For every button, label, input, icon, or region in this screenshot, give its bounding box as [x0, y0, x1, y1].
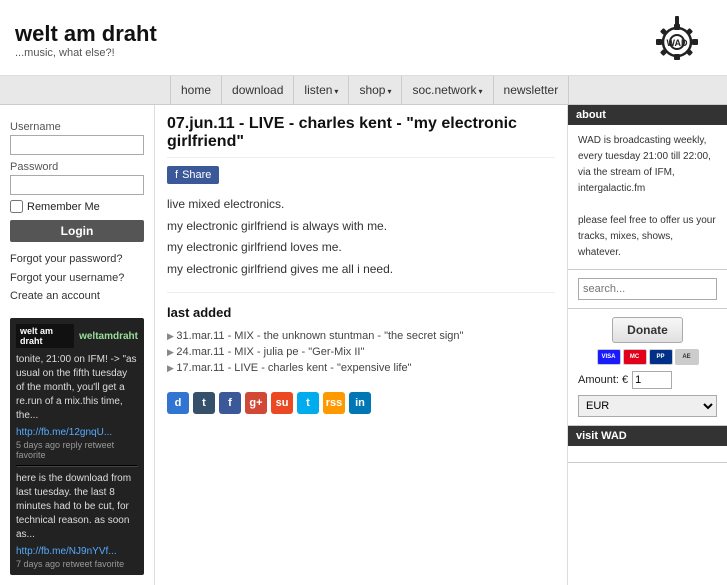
password-label: Password: [10, 161, 144, 173]
google-plus-icon[interactable]: g+: [245, 392, 267, 414]
tweet-2-text: here is the download from last tuesday. …: [16, 472, 138, 542]
facebook-icon: f: [175, 169, 178, 181]
nav-home[interactable]: home: [170, 76, 222, 104]
post-line-4: my electronic girlfriend gives me all i …: [167, 259, 555, 281]
facebook-icon[interactable]: f: [219, 392, 241, 414]
twitter-icon[interactable]: t: [297, 392, 319, 414]
visa-icon: VISA: [597, 349, 621, 365]
nav-download[interactable]: download: [222, 76, 294, 104]
about-text: WAD is broadcasting weekly, every tuesda…: [578, 133, 717, 261]
username-label: Username: [10, 121, 144, 133]
list-item: 17.mar.11 - LIVE - charles kent - "expen…: [167, 360, 555, 376]
share-label: Share: [182, 169, 211, 181]
last-added-section: last added 31.mar.11 - MIX - the unknown…: [167, 305, 555, 376]
payment-icons: VISA MC PP AE: [578, 349, 717, 365]
chevron-down-icon: ▾: [387, 87, 391, 96]
social-icons-bar: d t f g+ su t rss in: [167, 392, 555, 414]
visit-widget-title: visit WAD: [568, 426, 727, 446]
chevron-down-icon: ▾: [334, 87, 338, 96]
donate-button[interactable]: Donate: [612, 317, 683, 343]
remember-me-checkbox[interactable]: [10, 200, 23, 213]
stumbleupon-icon[interactable]: su: [271, 392, 293, 414]
main-nav: home download listen▾ shop▾ soc.network▾…: [0, 76, 727, 105]
post-line-1: live mixed electronics.: [167, 194, 555, 216]
twitter-widget: welt am draht weltamdraht tonite, 21:00 …: [10, 318, 144, 575]
create-account-link[interactable]: Create an account: [10, 287, 144, 306]
post-line-3: my electronic girlfriend loves me.: [167, 237, 555, 259]
last-added-heading: last added: [167, 305, 555, 320]
search-widget: [568, 270, 727, 309]
post-line-2: my electronic girlfriend is always with …: [167, 216, 555, 238]
site-tagline: ...music, what else?!: [15, 47, 157, 59]
remember-me-label: Remember Me: [27, 201, 100, 213]
login-form: Username Password Remember Me Login: [10, 121, 144, 242]
svg-text:WAD: WAD: [667, 38, 688, 48]
rss-icon[interactable]: rss: [323, 392, 345, 414]
visit-widget: visit WAD: [568, 426, 727, 463]
password-input[interactable]: [10, 175, 144, 195]
linkedin-icon[interactable]: in: [349, 392, 371, 414]
currency-select[interactable]: EUR USD GBP: [578, 395, 717, 417]
list-item: 24.mar.11 - MIX - julia pe - "Ger-Mix II…: [167, 344, 555, 360]
tweet-2-link[interactable]: http://fb.me/NJ9nYVf...: [16, 546, 138, 557]
paypal-icon: PP: [649, 349, 673, 365]
post-title: 07.jun.11 - LIVE - charles kent - "my el…: [167, 115, 555, 158]
facebook-share-button[interactable]: f Share: [167, 166, 219, 184]
amount-input[interactable]: [632, 371, 672, 389]
forgot-username-link[interactable]: Forgot your username?: [10, 269, 144, 288]
site-title: welt am draht: [15, 21, 157, 47]
nav-listen[interactable]: listen▾: [294, 76, 349, 104]
login-button[interactable]: Login: [10, 220, 144, 242]
tumblr-icon[interactable]: t: [193, 392, 215, 414]
nav-newsletter[interactable]: newsletter: [494, 76, 570, 104]
twitter-wad-label: welt am draht: [16, 324, 74, 348]
twitter-username: weltamdraht: [79, 331, 138, 342]
chevron-down-icon: ▾: [479, 87, 483, 96]
list-item: 31.mar.11 - MIX - the unknown stuntman -…: [167, 328, 555, 344]
about-widget: about WAD is broadcasting weekly, every …: [568, 105, 727, 270]
tweet-2-meta: 7 days ago: [16, 559, 60, 569]
nav-soc-network[interactable]: soc.network▾: [402, 76, 493, 104]
last-added-list: 31.mar.11 - MIX - the unknown stuntman -…: [167, 328, 555, 376]
nav-shop[interactable]: shop▾: [349, 76, 402, 104]
about-widget-title: about: [568, 105, 727, 125]
tweet-1-text: tonite, 21:00 on IFM! -> "as usual on th…: [16, 353, 138, 423]
delicious-icon[interactable]: d: [167, 392, 189, 414]
amex-icon: AE: [675, 349, 699, 365]
tweet-2-actions: retweet favorite: [63, 559, 125, 569]
last-added-item-1[interactable]: 31.mar.11 - MIX - the unknown stuntman -…: [176, 330, 463, 342]
donate-widget: Donate VISA MC PP AE Amount: € EUR USD G…: [568, 309, 727, 426]
search-input[interactable]: [578, 278, 717, 300]
login-links: Forgot your password? Forgot your userna…: [10, 250, 144, 306]
tweet-1-meta: 5 days ago: [16, 440, 60, 450]
amount-label: Amount: €: [578, 374, 628, 386]
forgot-password-link[interactable]: Forgot your password?: [10, 250, 144, 269]
tweet-1-link[interactable]: http://fb.me/12gnqU...: [16, 427, 138, 438]
last-added-item-2[interactable]: 24.mar.11 - MIX - julia pe - "Ger-Mix II…: [176, 346, 364, 358]
last-added-item-3[interactable]: 17.mar.11 - LIVE - charles kent - "expen…: [176, 362, 411, 374]
site-logo: WAD: [642, 10, 712, 70]
amount-row: Amount: €: [578, 371, 717, 389]
username-input[interactable]: [10, 135, 144, 155]
mc-icon: MC: [623, 349, 647, 365]
post-body: live mixed electronics. my electronic gi…: [167, 194, 555, 293]
